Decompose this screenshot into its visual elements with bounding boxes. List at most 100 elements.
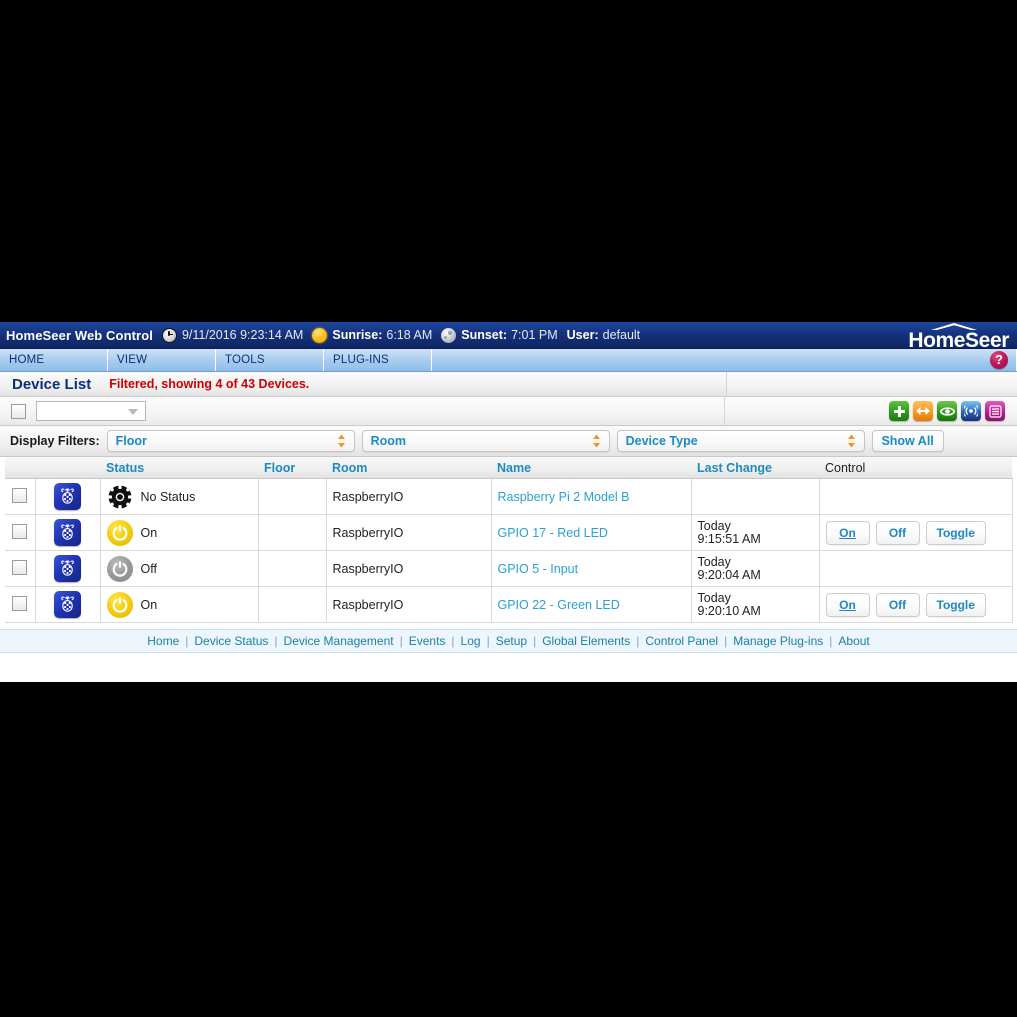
control-toggle-button[interactable]: Toggle bbox=[926, 521, 986, 545]
row-floor-cell bbox=[258, 479, 326, 515]
status-text: On bbox=[141, 598, 158, 612]
homeseer-page: HomeSeer Web Control 9/11/2016 9:23:14 A… bbox=[0, 322, 1017, 682]
antenna-glyph bbox=[964, 404, 978, 418]
table-header-row: Status Floor Room Name Last Change Contr… bbox=[5, 457, 1012, 479]
row-checkbox[interactable] bbox=[12, 524, 27, 539]
device-name-link[interactable]: Raspberry Pi 2 Model B bbox=[498, 490, 630, 504]
device-name-link[interactable]: GPIO 17 - Red LED bbox=[498, 526, 608, 540]
footer-link-control-panel[interactable]: Control Panel bbox=[639, 634, 724, 648]
floor-filter-select[interactable]: Floor bbox=[107, 430, 355, 452]
row-last-change-cell bbox=[691, 479, 819, 515]
eye-glyph bbox=[940, 406, 955, 417]
device-type-filter-select[interactable]: Device Type bbox=[617, 430, 865, 452]
nav-item-plugins[interactable]: PLUG-INS bbox=[324, 349, 432, 371]
raspberry-pi-icon[interactable] bbox=[54, 519, 81, 546]
last-change-time: 9:20:04 AM bbox=[698, 569, 813, 582]
footer-link-device-status[interactable]: Device Status bbox=[188, 634, 274, 648]
row-device-icon-cell bbox=[35, 479, 100, 515]
footer-link-device-management[interactable]: Device Management bbox=[278, 634, 400, 648]
move-device-icon[interactable] bbox=[913, 401, 933, 421]
row-control-cell: OnOffToggle bbox=[819, 515, 1012, 551]
sunrise-label: Sunrise: bbox=[332, 328, 382, 342]
th-checkbox bbox=[5, 457, 35, 479]
sort-name-link[interactable]: Name bbox=[497, 461, 531, 475]
chevron-updown-icon bbox=[593, 435, 600, 448]
raspberry-pi-icon[interactable] bbox=[54, 483, 81, 510]
raspberry-pi-glyph bbox=[57, 594, 78, 615]
bulk-action-select[interactable] bbox=[36, 401, 146, 421]
power-glyph bbox=[111, 560, 129, 578]
help-icon[interactable]: ? bbox=[990, 351, 1008, 369]
row-checkbox-cell bbox=[5, 587, 35, 623]
nav-item-tools[interactable]: TOOLS bbox=[216, 349, 324, 371]
floor-filter-value: Floor bbox=[116, 434, 147, 448]
footer-nav: Home|Device Status|Device Management|Eve… bbox=[0, 629, 1017, 653]
row-name-cell: Raspberry Pi 2 Model B bbox=[491, 479, 691, 515]
control-on-button[interactable]: On bbox=[826, 593, 870, 617]
row-floor-cell bbox=[258, 515, 326, 551]
sunrise-value: 6:18 AM bbox=[386, 328, 432, 342]
sort-last-change-link[interactable]: Last Change bbox=[697, 461, 772, 475]
sort-status-link[interactable]: Status bbox=[106, 461, 144, 475]
control-off-button[interactable]: Off bbox=[876, 521, 920, 545]
th-floor[interactable]: Floor bbox=[258, 457, 326, 479]
device-table-head: Status Floor Room Name Last Change Contr… bbox=[5, 457, 1012, 479]
footer-link-setup[interactable]: Setup bbox=[490, 634, 533, 648]
row-room-cell: RaspberryIO bbox=[326, 515, 491, 551]
sort-floor-link[interactable]: Floor bbox=[264, 461, 295, 475]
th-status[interactable]: Status bbox=[100, 457, 258, 479]
device-name-link[interactable]: GPIO 5 - Input bbox=[498, 562, 579, 576]
title-bar: HomeSeer Web Control 9/11/2016 9:23:14 A… bbox=[0, 322, 1017, 349]
row-checkbox[interactable] bbox=[12, 560, 27, 575]
sort-room-link[interactable]: Room bbox=[332, 461, 367, 475]
row-control-cell: OnOffToggle bbox=[819, 587, 1012, 623]
room-filter-select[interactable]: Room bbox=[362, 430, 610, 452]
display-filters-label: Display Filters: bbox=[10, 434, 100, 448]
th-name[interactable]: Name bbox=[491, 457, 691, 479]
control-toggle-button[interactable]: Toggle bbox=[926, 593, 986, 617]
homeseer-logo: HomeSeer bbox=[908, 323, 1009, 349]
view-device-icon[interactable] bbox=[937, 401, 957, 421]
clock-icon bbox=[162, 328, 177, 343]
nav-item-view[interactable]: VIEW bbox=[108, 349, 216, 371]
nav-label: PLUG-INS bbox=[333, 354, 389, 366]
show-all-button[interactable]: Show All bbox=[872, 430, 944, 452]
signal-icon[interactable] bbox=[961, 401, 981, 421]
row-checkbox[interactable] bbox=[12, 596, 27, 611]
device-table: Status Floor Room Name Last Change Contr… bbox=[5, 457, 1013, 623]
footer-link-global-elements[interactable]: Global Elements bbox=[536, 634, 636, 648]
row-room-cell: RaspberryIO bbox=[326, 587, 491, 623]
control-on-button[interactable]: On bbox=[826, 521, 870, 545]
footer-link-log[interactable]: Log bbox=[455, 634, 487, 648]
row-status-cell: No Status bbox=[100, 479, 258, 515]
raspberry-pi-glyph bbox=[57, 522, 78, 543]
th-icon bbox=[35, 457, 100, 479]
list-icon[interactable] bbox=[985, 401, 1005, 421]
power-glyph bbox=[111, 596, 129, 614]
app-title: HomeSeer Web Control bbox=[6, 328, 153, 343]
footer-link-home[interactable]: Home bbox=[141, 634, 185, 648]
footer-link-manage-plug-ins[interactable]: Manage Plug-ins bbox=[727, 634, 829, 648]
th-last-change[interactable]: Last Change bbox=[691, 457, 819, 479]
gear-icon bbox=[107, 484, 133, 510]
raspberry-pi-icon[interactable] bbox=[54, 555, 81, 582]
footer-link-events[interactable]: Events bbox=[403, 634, 452, 648]
row-checkbox[interactable] bbox=[12, 488, 27, 503]
nav-item-home[interactable]: HOME bbox=[0, 349, 108, 371]
toolbar-divider bbox=[724, 397, 725, 425]
room-filter-value: Room bbox=[371, 434, 406, 448]
control-off-button[interactable]: Off bbox=[876, 593, 920, 617]
raspberry-pi-icon[interactable] bbox=[54, 591, 81, 618]
th-control: Control bbox=[819, 457, 1012, 479]
filter-status-text: Filtered, showing 4 of 43 Devices. bbox=[109, 377, 309, 391]
footer-link-about[interactable]: About bbox=[832, 634, 875, 648]
device-name-link[interactable]: GPIO 22 - Green LED bbox=[498, 598, 620, 612]
add-device-icon[interactable] bbox=[889, 401, 909, 421]
select-all-checkbox[interactable] bbox=[11, 404, 26, 419]
lines-glyph bbox=[989, 405, 1002, 418]
th-room[interactable]: Room bbox=[326, 457, 491, 479]
power-on-icon bbox=[107, 592, 133, 618]
device-table-container: Status Floor Room Name Last Change Contr… bbox=[0, 457, 1017, 623]
user-value: default bbox=[603, 328, 641, 342]
sunset-value: 7:01 PM bbox=[511, 328, 558, 342]
